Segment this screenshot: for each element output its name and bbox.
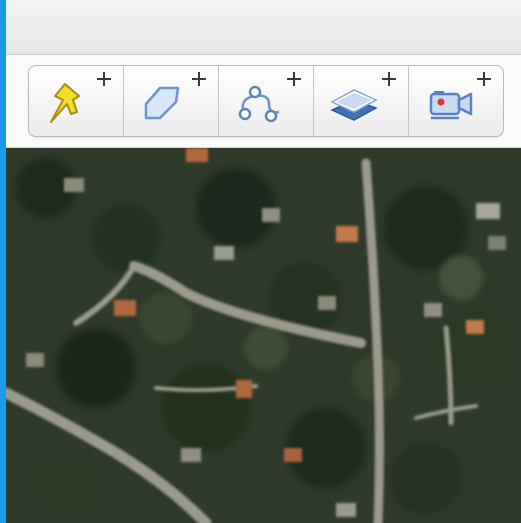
pushpin-icon — [50, 83, 80, 123]
window-titlebar — [6, 0, 521, 55]
record-tour-button[interactable] — [409, 66, 503, 136]
toolbar — [6, 55, 521, 148]
plus-icon — [97, 72, 111, 86]
satellite-map-view[interactable] — [6, 148, 521, 523]
add-image-overlay-button[interactable] — [314, 66, 409, 136]
plus-icon — [382, 72, 396, 86]
camera-icon — [429, 91, 473, 120]
add-polygon-button[interactable] — [124, 66, 219, 136]
add-tools-group — [28, 65, 504, 137]
layers-icon — [330, 89, 378, 121]
plus-icon — [477, 72, 491, 86]
add-path-button[interactable] — [219, 66, 314, 136]
polygon-icon — [144, 86, 180, 120]
add-placemark-button[interactable] — [29, 66, 124, 136]
path-icon — [238, 85, 280, 123]
plus-icon — [192, 72, 206, 86]
satellite-imagery — [6, 148, 521, 523]
plus-icon — [287, 72, 301, 86]
